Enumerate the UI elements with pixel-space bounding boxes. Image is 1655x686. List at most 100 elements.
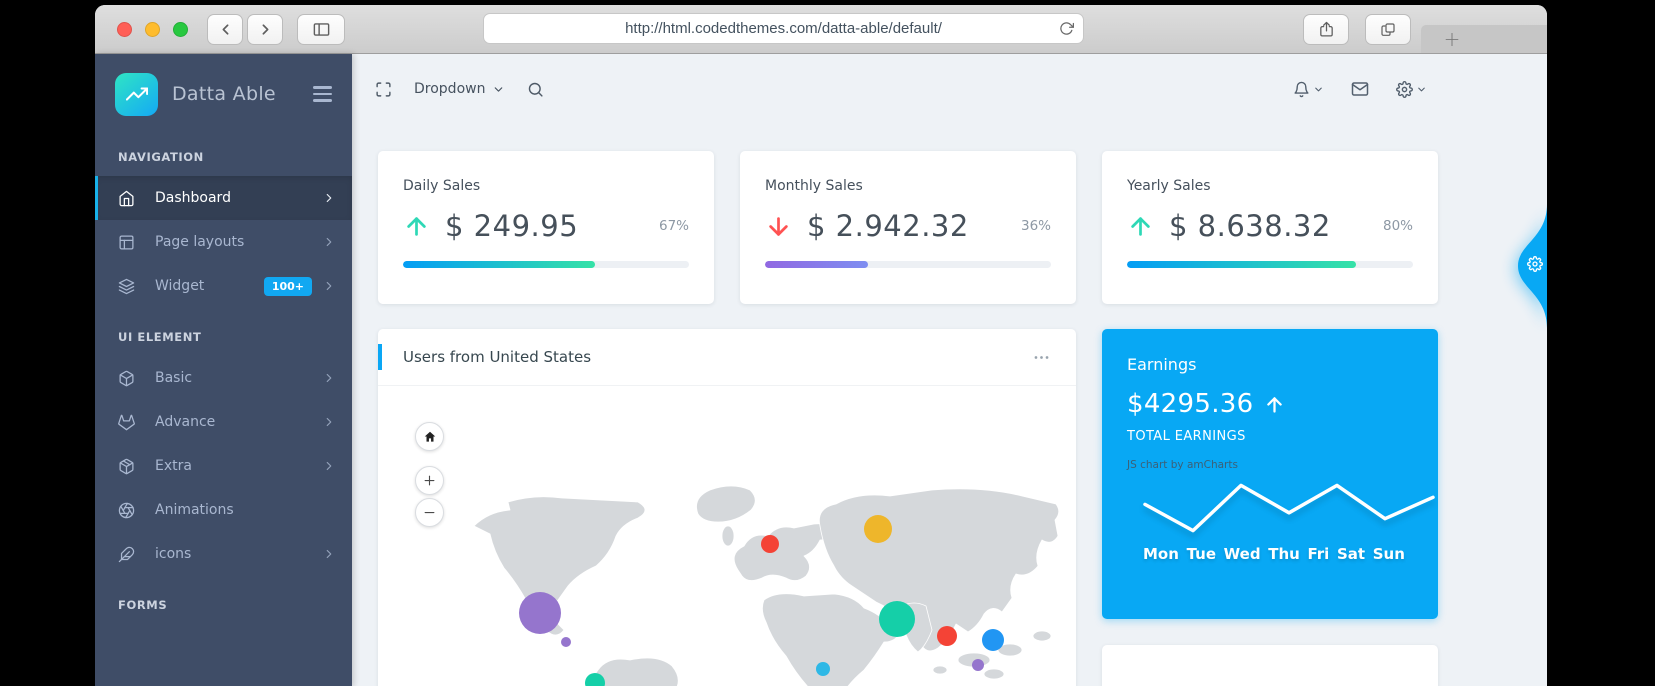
map-zoom-out-button[interactable] <box>415 498 444 527</box>
map-bubble[interactable] <box>519 592 561 634</box>
stat-progress-fill <box>403 261 595 268</box>
stat-progress-track <box>765 261 1051 268</box>
chevron-right-icon <box>322 279 336 293</box>
config-gear-icon <box>1527 256 1543 272</box>
day-label: Sat <box>1337 545 1365 563</box>
show-tabs-button[interactable] <box>1365 14 1411 45</box>
messages-button[interactable] <box>1351 80 1369 98</box>
map-bubble[interactable] <box>816 662 830 676</box>
stat-progress-fill <box>1127 261 1356 268</box>
sidebar-pane-icon <box>312 20 331 39</box>
topbar-dropdown[interactable]: Dropdown <box>414 81 505 97</box>
arrow-up-icon <box>1127 213 1154 240</box>
back-button[interactable] <box>207 14 243 45</box>
day-label: Wed <box>1224 545 1261 563</box>
url-bar[interactable]: http://html.codedthemes.com/datta-able/d… <box>483 13 1084 44</box>
sidebar-item-dashboard[interactable]: Dashboard <box>95 176 352 220</box>
refresh-button[interactable] <box>1059 21 1074 40</box>
earnings-value: $4295.36 <box>1127 389 1253 419</box>
stat-card-yearly-sales: Yearly Sales$ 8.638.3280% <box>1102 151 1438 304</box>
sidebar-item-animations[interactable]: Animations <box>95 488 352 532</box>
world-map <box>470 474 1060 686</box>
share-button[interactable] <box>1303 14 1349 45</box>
topbar-right <box>1293 80 1427 98</box>
home-filled-icon <box>423 430 437 444</box>
sidebar-item-label: Animations <box>155 502 336 518</box>
mail-icon <box>1351 80 1369 98</box>
stat-value: $ 8.638.32 <box>1169 209 1331 243</box>
config-tab-button[interactable] <box>1513 204 1547 328</box>
sidebar-item-icons[interactable]: icons <box>95 532 352 576</box>
stat-progress-track <box>1127 261 1413 268</box>
main-area: Dropdown <box>352 54 1547 686</box>
earnings-sparkline <box>1139 475 1438 539</box>
map-bubble[interactable] <box>879 601 915 637</box>
sidebar-collapse-button[interactable] <box>309 82 336 105</box>
sidebar-item-label: Basic <box>155 370 322 386</box>
sidebar-item-page-layouts[interactable]: Page layouts <box>95 220 352 264</box>
map-home-button[interactable] <box>415 422 444 451</box>
search-button[interactable] <box>527 81 544 98</box>
user-settings-button[interactable] <box>1396 81 1427 98</box>
item-badge: 100+ <box>264 277 312 296</box>
stat-percent: 80% <box>1383 218 1413 234</box>
search-icon <box>527 81 544 98</box>
users-map-card: Users from United States <box>378 329 1076 686</box>
topbar-left: Dropdown <box>375 81 544 98</box>
earnings-day-labels: MonTueWedThuFriSatSun <box>1127 539 1413 563</box>
close-window-button[interactable] <box>117 22 132 37</box>
brand-row: Datta Able <box>95 54 352 134</box>
stat-value: $ 2.942.32 <box>807 209 969 243</box>
users-card-title: Users from United States <box>403 348 591 366</box>
map-bubble[interactable] <box>972 659 984 671</box>
map-bubble[interactable] <box>761 535 779 553</box>
minimize-window-button[interactable] <box>145 22 160 37</box>
card-menu-button[interactable] <box>1032 348 1051 367</box>
map-zoom-in-button[interactable] <box>415 466 444 495</box>
stat-title: Monthly Sales <box>765 178 1051 194</box>
home-icon <box>118 190 135 207</box>
users-card-header: Users from United States <box>378 329 1076 386</box>
continent-south-america <box>594 658 678 686</box>
sparkline-path <box>1145 485 1433 530</box>
plus-icon <box>422 473 437 488</box>
sidebar-toggle-button[interactable] <box>297 14 345 45</box>
map-bubble[interactable] <box>937 626 957 646</box>
stats-row: Daily Sales$ 249.9567%Monthly Sales$ 2.9… <box>378 151 1438 304</box>
stat-value: $ 249.95 <box>445 209 578 243</box>
stat-percent: 67% <box>659 218 689 234</box>
sidebar: Datta Able NAVIGATIONDashboardPage layou… <box>95 54 352 686</box>
new-tab-button[interactable]: + <box>1437 25 1467 53</box>
day-label: Mon <box>1143 545 1179 563</box>
maximize-window-button[interactable] <box>173 22 188 37</box>
world-map-area <box>378 386 1076 686</box>
brand-name: Datta Able <box>172 83 276 105</box>
nav-section-ui-element: UI ELEMENT <box>95 330 352 344</box>
sidebar-item-basic[interactable]: Basic <box>95 356 352 400</box>
sidebar-item-advance[interactable]: Advance <box>95 400 352 444</box>
chevron-down-icon <box>1416 84 1427 95</box>
fullscreen-button[interactable] <box>375 81 392 98</box>
chevron-right-icon <box>257 21 274 38</box>
bell-icon <box>1293 81 1310 98</box>
map-bubble[interactable] <box>561 637 571 647</box>
window-controls <box>117 22 188 37</box>
sidebar-item-label: Extra <box>155 458 322 474</box>
map-bubble[interactable] <box>982 629 1004 651</box>
share-icon <box>1318 21 1335 38</box>
chevron-right-icon <box>322 235 336 249</box>
sidebar-item-extra[interactable]: Extra <box>95 444 352 488</box>
sidebar-nav: NAVIGATIONDashboardPage layoutsWidget100… <box>95 150 352 612</box>
map-bubble[interactable] <box>864 515 892 543</box>
forward-button[interactable] <box>247 14 283 45</box>
more-horizontal-icon <box>1032 348 1051 367</box>
stat-value-row: $ 2.942.3236% <box>765 208 1051 244</box>
right-column: Earnings $4295.36 TOTAL EARNINGS JS char… <box>1102 329 1438 686</box>
stat-progress-fill <box>765 261 868 268</box>
amcharts-credit: JS chart by amCharts <box>1127 459 1413 471</box>
stat-card-monthly-sales: Monthly Sales $ 2.942.3236% <box>740 151 1076 304</box>
notifications-button[interactable] <box>1293 81 1324 98</box>
nav-section-forms: FORMS <box>95 598 352 612</box>
sidebar-item-widget[interactable]: Widget100+ <box>95 264 352 308</box>
brand-logo[interactable] <box>115 73 158 116</box>
